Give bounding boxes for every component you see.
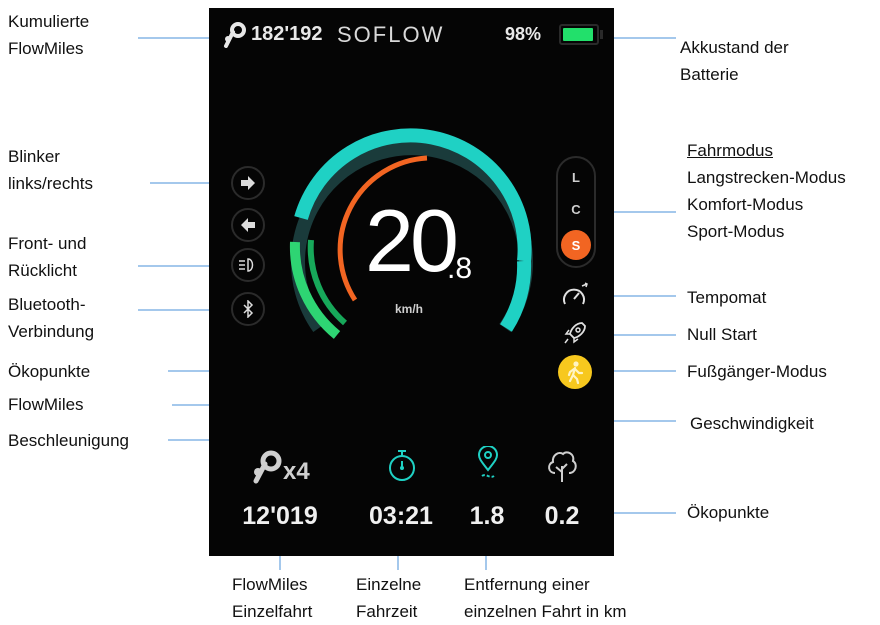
mode-l[interactable]: L xyxy=(558,170,594,185)
turn-left-indicator[interactable] xyxy=(231,208,265,242)
label-flowmiles-left: FlowMiles xyxy=(8,395,84,414)
label-geschwindigkeit: Geschwindigkeit xyxy=(690,414,814,433)
speed-arc-end xyxy=(500,260,532,332)
stopwatch-icon xyxy=(389,450,415,481)
pedestrian-icon xyxy=(567,361,584,385)
label-blinker: Blinker links/rechts xyxy=(8,147,94,193)
label-beschleunigung: Beschleunigung xyxy=(8,431,129,450)
flowmiles-trip-value: 12'019 xyxy=(242,502,318,530)
location-pin-icon xyxy=(477,446,499,478)
label-einzelne-fahrzeit: Einzelne Fahrzeit xyxy=(356,575,422,621)
label-fussgaenger-modus: Fußgänger-Modus xyxy=(687,362,827,381)
speed-unit: km/h xyxy=(395,302,424,316)
eco-points-value: 0.2 xyxy=(544,502,580,530)
label-akkustand: Akkustand der Batterie xyxy=(680,38,789,84)
label-flowmiles-einzelfahrt: FlowMiles Einzelfahrt xyxy=(232,575,313,621)
speed-decimal: .8 xyxy=(447,252,473,285)
label-fahrmodus: Fahrmodus Langstrecken-Modus Komfort-Mod… xyxy=(687,137,846,245)
fahrmodus-title: Fahrmodus xyxy=(687,141,773,160)
turn-right-indicator[interactable] xyxy=(231,166,265,200)
mode-s-active[interactable]: S xyxy=(561,230,591,260)
label-oekopunkte-right: Ökopunkte xyxy=(687,503,770,522)
headlight-icon xyxy=(239,258,254,272)
speed-value: 20 xyxy=(365,191,459,290)
label-null-start: Null Start xyxy=(687,325,757,344)
label-oekopunkte-left: Ökopunkte xyxy=(8,362,91,381)
cruise-control-icon xyxy=(563,282,588,305)
drive-mode-selector[interactable]: L C S xyxy=(556,156,596,268)
bluetooth-status[interactable] xyxy=(231,292,265,326)
flowmiles-multiplier: x4 xyxy=(283,458,310,485)
tree-icon xyxy=(548,451,577,482)
label-kumulierte-flowmiles: Kumulierte FlowMiles xyxy=(8,12,90,58)
rocket-icon xyxy=(564,322,586,344)
label-tempomat: Tempomat xyxy=(687,288,767,307)
arrow-left-icon xyxy=(241,218,255,232)
mode-c[interactable]: C xyxy=(558,202,594,217)
label-bluetooth: Bluetooth- Verbindung xyxy=(8,295,95,341)
label-entfernung: Entfernung einer einzelnen Fahrt in km xyxy=(464,575,627,621)
light-toggle[interactable] xyxy=(231,248,265,282)
flowmiles-trip-icon xyxy=(253,450,282,484)
trip-time-value: 03:21 xyxy=(369,502,433,530)
scooter-display: 182'192 SOFLOW 98% 20 .8 km/h L C S x4 1… xyxy=(209,8,614,556)
bluetooth-icon xyxy=(243,300,254,318)
pedestrian-mode-button[interactable] xyxy=(558,355,592,389)
arrow-right-icon xyxy=(241,176,255,190)
label-licht: Front- und Rücklicht xyxy=(8,234,87,280)
